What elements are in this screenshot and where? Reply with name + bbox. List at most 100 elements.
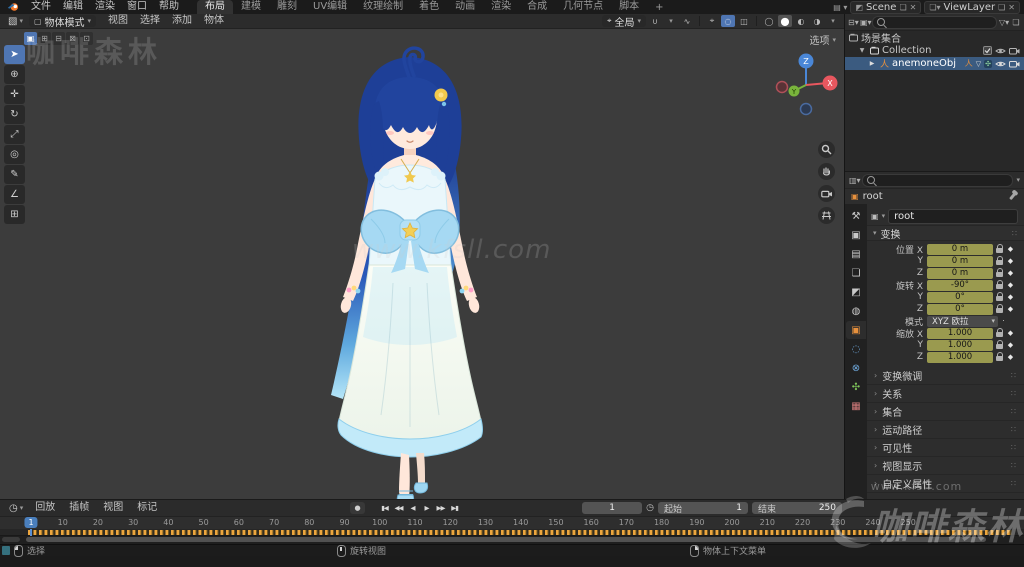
shading-material-icon[interactable]: ◐ xyxy=(794,15,808,27)
keyframe-icon[interactable]: ◆ xyxy=(1005,353,1016,361)
panel-collapsed[interactable]: › 关系 ∷ xyxy=(867,385,1024,403)
add-workspace-button[interactable]: + xyxy=(649,2,669,13)
tool-rotate[interactable]: ↻ xyxy=(4,105,25,124)
viewport-menu-item[interactable]: 添加 xyxy=(166,14,198,28)
workspace-tab[interactable]: 纹理绘制 xyxy=(355,0,411,14)
transform-panel-header[interactable]: ▾ 变换 ∷ xyxy=(867,225,1024,241)
new-scene-icon[interactable]: ❏ xyxy=(899,3,906,12)
snap-settings-icon[interactable]: ▾ xyxy=(664,15,678,27)
tab-texture[interactable]: ▦ xyxy=(846,397,866,415)
timeline-menu-keying[interactable]: 插帧 xyxy=(63,501,95,515)
workspace-tab[interactable]: 雕刻 xyxy=(269,0,305,14)
jump-to-start-button[interactable]: ▮◀ xyxy=(378,501,391,514)
panel-collapsed[interactable]: › 集合 ∷ xyxy=(867,403,1024,421)
camera-view-icon[interactable] xyxy=(818,185,835,202)
tool-measure[interactable]: ∠ xyxy=(4,185,25,204)
keyframe-icon[interactable]: ◆ xyxy=(1005,257,1016,265)
value-field[interactable]: 0 m xyxy=(927,267,993,279)
keyframe-icon[interactable]: ◆ xyxy=(1005,245,1016,253)
scrollbar-thumb[interactable] xyxy=(26,537,986,542)
panel-collapsed[interactable]: › 自定义属性 ∷ xyxy=(867,475,1024,493)
tab-data[interactable]: ✣ xyxy=(846,378,866,396)
viewport-canvas[interactable]: ▣ ⊞ ⊟ ⊠ ⊡ 选项 ▾ ➤ ⊕ ✛ ↻ ⤢ ◎ ✎ ∠ ⊞ Z X Y 咖… xyxy=(0,29,844,499)
filter-funnel-icon[interactable]: ▽▾ xyxy=(999,18,1009,27)
workspace-tab[interactable]: 合成 xyxy=(519,0,555,14)
tab-render[interactable]: ▣ xyxy=(846,226,866,244)
display-mode-icon[interactable]: ⊟▾ xyxy=(848,18,859,27)
topbar-menu-item[interactable]: 编辑 xyxy=(57,0,89,14)
lock-icon[interactable] xyxy=(995,328,1003,337)
tab-output[interactable]: ▤ xyxy=(846,245,866,263)
tool-move[interactable]: ✛ xyxy=(4,85,25,104)
tool-scale[interactable]: ⤢ xyxy=(4,125,25,144)
navigation-gizmo[interactable]: Z X Y xyxy=(774,49,838,119)
filter-objects-icon[interactable]: ▣▾ xyxy=(860,18,872,27)
keyframe-icon[interactable]: ◆ xyxy=(1005,281,1016,289)
workspace-tab[interactable]: 着色 xyxy=(411,0,447,14)
select-mode-new-icon[interactable]: ▣ xyxy=(24,32,37,45)
viewport-menu-item[interactable]: 选择 xyxy=(134,14,166,28)
shading-solid-icon[interactable]: ⬤ xyxy=(778,15,792,27)
value-field[interactable]: 0 m xyxy=(927,255,993,267)
hide-eye-icon[interactable] xyxy=(995,47,1006,55)
disable-render-camera-icon[interactable] xyxy=(1009,47,1020,55)
play-button[interactable]: ▶ xyxy=(420,501,433,514)
transform-orientation-select[interactable]: ⌖ 全局 ▾ xyxy=(601,15,646,29)
timeline-menu-playback[interactable]: 回放 xyxy=(29,501,61,515)
remove-view-layer-icon[interactable]: ✕ xyxy=(1008,3,1015,12)
tab-object[interactable]: ▣ xyxy=(846,321,866,339)
tab-physics[interactable]: ◌ xyxy=(846,340,866,358)
viewport-menu-item[interactable]: 视图 xyxy=(102,14,134,28)
keyframe-icon[interactable]: ◆ xyxy=(1005,269,1016,277)
workspace-tab[interactable]: 渲染 xyxy=(483,0,519,14)
pin-icon[interactable] xyxy=(1009,192,1016,201)
workspace-tab[interactable]: UV编辑 xyxy=(305,0,355,14)
panel-collapsed[interactable]: › 运动路径 ∷ xyxy=(867,421,1024,439)
keyframe-icon[interactable]: ◆ xyxy=(1005,329,1016,337)
lock-icon[interactable] xyxy=(995,304,1003,313)
data-badge-icon[interactable]: ▽ xyxy=(976,60,981,68)
panel-collapsed[interactable]: › 可见性 ∷ xyxy=(867,439,1024,457)
frame-start-field[interactable]: 起始 1 xyxy=(658,502,748,515)
mode-select[interactable]: ▢ 物体模式 ▾ xyxy=(28,15,97,29)
properties-search-input[interactable] xyxy=(862,173,1014,187)
viewport-menu-item[interactable]: 物体 xyxy=(198,14,230,28)
tab-tool[interactable]: ⚒ xyxy=(846,207,866,225)
shading-dropdown-icon[interactable]: ▾ xyxy=(826,15,840,27)
show-overlays-icon[interactable]: ◌ xyxy=(721,15,735,27)
topbar-menu-item[interactable]: 窗口 xyxy=(121,0,153,14)
value-field[interactable]: 0° xyxy=(927,291,993,303)
show-gizmo-icon[interactable]: ⌖ xyxy=(705,15,719,27)
disable-render-camera-icon[interactable] xyxy=(1009,60,1020,68)
perspective-toggle-icon[interactable] xyxy=(818,207,835,224)
character-model[interactable] xyxy=(313,43,523,499)
select-mode-extend-icon[interactable]: ⊞ xyxy=(38,32,51,45)
topbar-menu-item[interactable]: 渲染 xyxy=(89,0,121,14)
animate-dot-icon[interactable]: · xyxy=(998,317,1009,325)
panel-collapsed[interactable]: › 变换微调 ∷ xyxy=(867,367,1024,385)
value-field[interactable]: 1.000 xyxy=(927,327,993,339)
tool-add-cube[interactable]: ⊞ xyxy=(4,205,25,224)
close-scene-icon[interactable]: ✕ xyxy=(910,3,917,12)
properties-editor-type-icon[interactable]: ▥▾ xyxy=(849,176,861,185)
pose-badge-icon[interactable]: 人 xyxy=(965,58,973,69)
lock-icon[interactable] xyxy=(995,244,1003,253)
tool-transform[interactable]: ◎ xyxy=(4,145,25,164)
blender-logo-icon[interactable] xyxy=(7,2,20,12)
select-mode-subtract-icon[interactable]: ⊟ xyxy=(52,32,65,45)
outliner-row-scene-collection[interactable]: 场景集合 xyxy=(845,31,1024,45)
jump-to-end-button[interactable]: ▶▮ xyxy=(448,501,461,514)
tool-options-button[interactable]: 选项 ▾ xyxy=(809,32,836,48)
view-layer-selector[interactable]: ❏▾ ViewLayer ❏ ✕ xyxy=(924,0,1020,14)
zoom-icon[interactable] xyxy=(818,141,835,158)
topbar-menu-item[interactable]: 帮助 xyxy=(153,0,185,14)
lock-icon[interactable] xyxy=(995,292,1003,301)
editor-type-button[interactable]: ▧ ▾ xyxy=(4,14,27,28)
timeline-menu-view[interactable]: 视图 xyxy=(97,501,129,515)
shading-rendered-icon[interactable]: ◑ xyxy=(810,15,824,27)
timeline-editor-type-button[interactable]: ◷ ▾ xyxy=(5,501,27,515)
panel-collapsed[interactable]: › 视图显示 ∷ xyxy=(867,457,1024,475)
workspace-tab[interactable]: 建模 xyxy=(233,0,269,14)
previous-keyframe-button[interactable]: ◀◀ xyxy=(392,501,405,514)
new-collection-icon[interactable]: ❏ xyxy=(1011,18,1021,27)
